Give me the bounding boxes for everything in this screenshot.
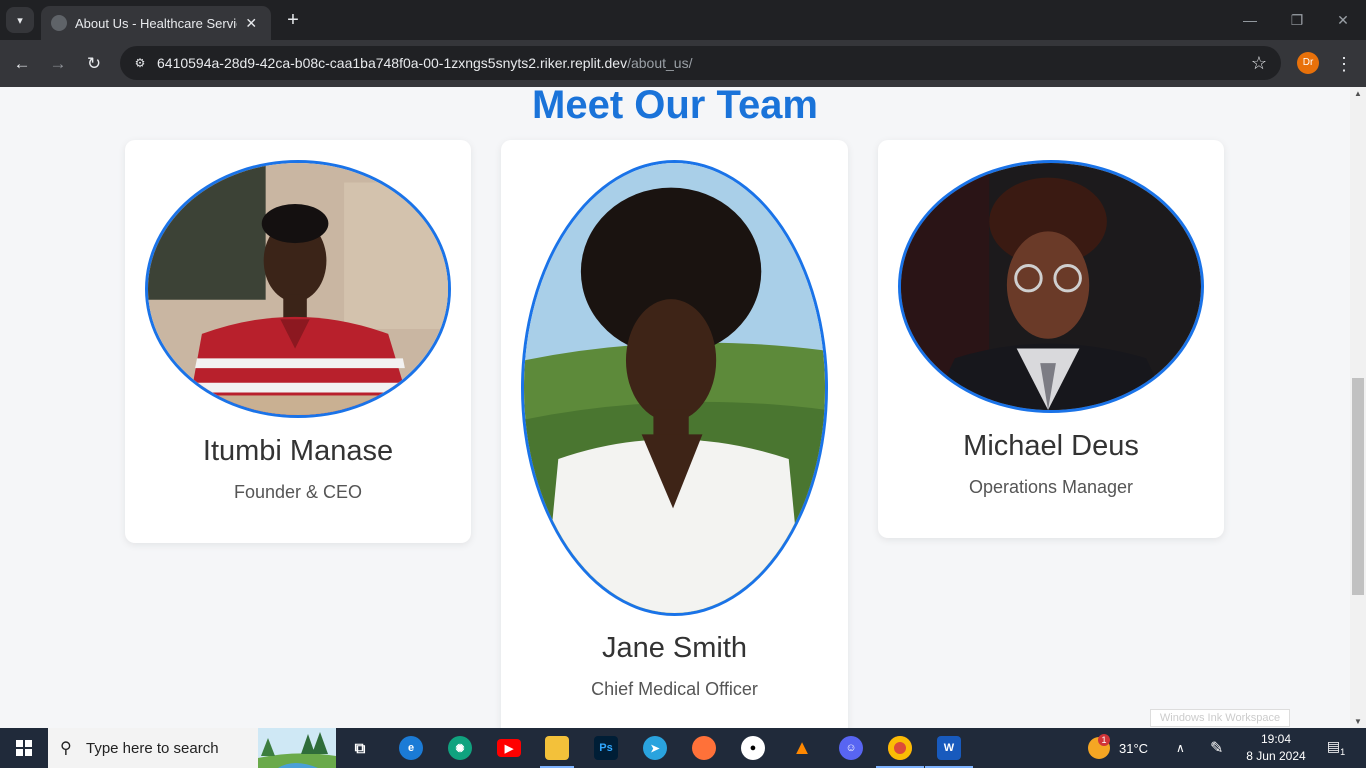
windows-taskbar: ⚲ Type here to search ⧉ e ✺ ▶ Ps ➤ ● ▲ ☺… (0, 728, 1366, 768)
browser-toolbar: ← → ↻ ⚙ 6410594a-28d9-42ca-b08c-caa1ba74… (0, 40, 1366, 87)
photoshop-icon[interactable]: Ps (594, 736, 618, 760)
profile-avatar[interactable]: Dr (1297, 52, 1319, 74)
show-hidden-icons-chevron-icon[interactable]: ∧ (1176, 728, 1185, 768)
browser-tabstrip: ▾ About Us - Healthcare Service P ✕ + — … (0, 0, 1366, 40)
chatgpt-icon[interactable]: ✺ (448, 736, 472, 760)
minimize-button[interactable]: — (1240, 8, 1260, 32)
member-role: Founder & CEO (233, 482, 363, 502)
team-card-itumbi: Itumbi Manase Founder & CEO (125, 140, 471, 543)
telegram-icon[interactable]: ➤ (643, 736, 667, 760)
page-viewport: Meet Our Team Itumbi Manase Founder & CE… (0, 87, 1350, 728)
search-highlight-illustration (258, 728, 336, 768)
member-name: Jane Smith (601, 632, 748, 664)
scroll-down-arrow-icon[interactable]: ▼ (1350, 717, 1366, 726)
clock-time: 19:04 (1260, 732, 1292, 746)
url-host: 6410594a-28d9-42ca-b08c-caa1ba748f0a-00-… (157, 55, 628, 71)
taskbar-search[interactable]: ⚲ Type here to search (48, 728, 336, 768)
scrollbar-thumb[interactable] (1352, 378, 1364, 595)
team-card-michael: Michael Deus Operations Manager (878, 140, 1224, 538)
tab-search-button[interactable]: ▾ (6, 7, 34, 33)
close-tab-icon[interactable]: ✕ (241, 15, 261, 32)
reload-button[interactable]: ↻ (81, 51, 107, 77)
weather-icon: 1 (1088, 734, 1110, 759)
chrome-icon[interactable] (888, 736, 912, 760)
back-button[interactable]: ← (9, 51, 35, 77)
word-icon[interactable]: W (937, 736, 961, 760)
weather-badge: 1 (1098, 734, 1110, 746)
discord-icon[interactable]: ☺ (839, 736, 863, 760)
browser-menu-icon[interactable]: ⋮ (1334, 51, 1354, 77)
member-name: Itumbi Manase (202, 435, 394, 467)
member-role: Operations Manager (968, 477, 1134, 497)
search-placeholder: Type here to search (86, 739, 219, 757)
vlc-icon[interactable]: ▲ (790, 736, 814, 760)
pen-workspace-icon[interactable]: ✎ (1210, 728, 1223, 768)
close-window-button[interactable]: ✕ (1333, 8, 1353, 32)
bookmark-star-icon[interactable]: ☆ (1251, 53, 1267, 74)
page-title: Meet Our Team (532, 87, 818, 127)
github-icon[interactable]: ● (741, 736, 765, 760)
page-scrollbar[interactable]: ▲ ▼ (1350, 87, 1366, 728)
youtube-icon[interactable]: ▶ (497, 739, 521, 757)
member-name: Michael Deus (963, 430, 1139, 462)
windows-logo-icon (16, 740, 32, 756)
task-view-icon[interactable]: ⧉ (348, 736, 372, 760)
tab-about-us[interactable]: About Us - Healthcare Service P ✕ (41, 6, 271, 40)
forward-button[interactable]: → (45, 51, 71, 77)
start-button[interactable] (0, 728, 48, 768)
address-bar[interactable]: ⚙ 6410594a-28d9-42ca-b08c-caa1ba748f0a-0… (120, 46, 1281, 80)
restore-button[interactable]: ❐ (1287, 8, 1307, 32)
site-info-icon[interactable]: ⚙ (130, 56, 150, 70)
edge-icon[interactable]: e (399, 736, 423, 760)
member-photo-itumbi (145, 160, 451, 418)
ink-workspace-tooltip: Windows Ink Workspace (1150, 709, 1290, 727)
tab-title: About Us - Healthcare Service P (75, 15, 237, 31)
new-tab-button[interactable]: + (282, 8, 304, 32)
globe-icon (51, 15, 67, 31)
notification-count: 1 (1340, 746, 1346, 757)
clock-date: 8 Jun 2024 (1246, 749, 1306, 763)
member-photo-jane (521, 160, 828, 616)
weather-temp: 31°C (1119, 740, 1149, 756)
member-photo-michael (898, 160, 1204, 413)
taskbar-clock[interactable]: 19:04 8 Jun 2024 (1244, 731, 1308, 765)
weather-widget[interactable]: 1 31°C (1088, 728, 1148, 768)
scroll-up-arrow-icon[interactable]: ▲ (1350, 89, 1366, 98)
firefox-icon[interactable] (692, 736, 716, 760)
notification-center-icon[interactable]: ▤1 (1322, 738, 1350, 757)
search-icon: ⚲ (60, 740, 72, 757)
url-text: 6410594a-28d9-42ca-b08c-caa1ba748f0a-00-… (157, 55, 692, 71)
url-path: /about_us/ (627, 55, 693, 71)
team-card-jane: Jane Smith Chief Medical Officer (501, 140, 848, 728)
member-role: Chief Medical Officer (591, 679, 758, 699)
file-explorer-icon[interactable] (545, 736, 569, 760)
